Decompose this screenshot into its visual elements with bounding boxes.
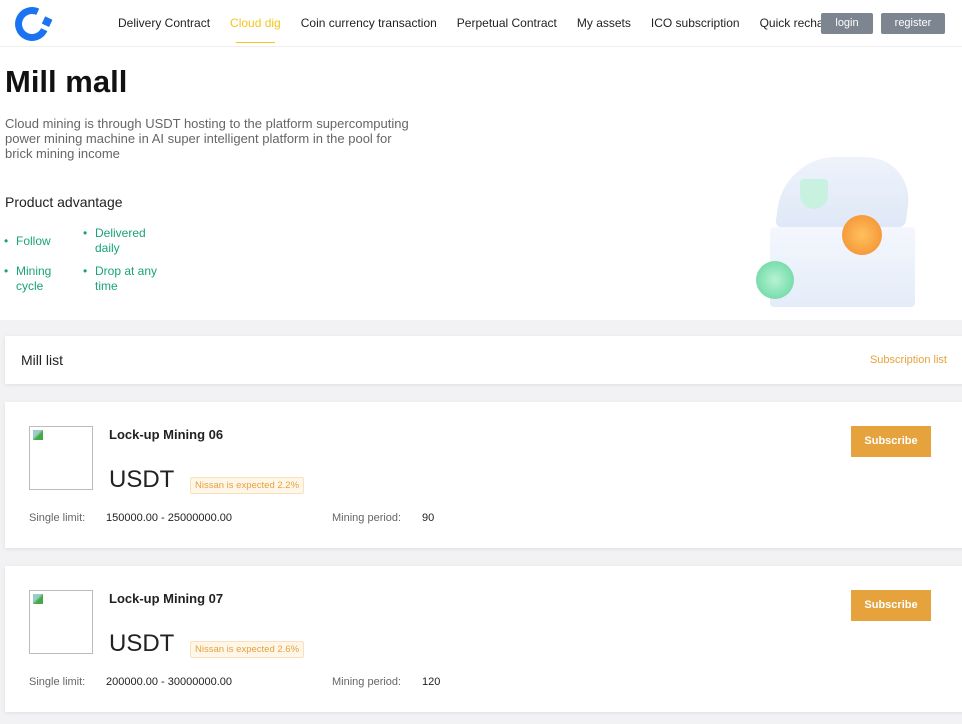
mining-period-label: Mining period: xyxy=(332,512,402,524)
nav-coin-transaction[interactable]: Coin currency transaction xyxy=(291,0,447,47)
nav-delivery-contract[interactable]: Delivery Contract xyxy=(108,0,220,47)
hero-section: Mill mall Cloud mining is through USDT h… xyxy=(0,47,962,320)
shield-lock-icon xyxy=(800,179,828,209)
mill-list-title: Mill list xyxy=(21,352,63,368)
nav-ico-subscription[interactable]: ICO subscription xyxy=(641,0,750,47)
single-limit-label: Single limit: xyxy=(29,676,86,688)
product-card: Lock-up Mining 07 USDT Nissan is expecte… xyxy=(5,566,962,712)
single-limit-label: Single limit: xyxy=(29,512,86,524)
feature-item: Drop at any time xyxy=(83,264,170,294)
product-name: Lock-up Mining 07 xyxy=(109,591,224,606)
feature-item: Mining cycle xyxy=(4,264,66,294)
product-card: Lock-up Mining 06 USDT Nissan is expecte… xyxy=(5,402,962,548)
page-title: Mill mall xyxy=(5,64,128,99)
logo-icon[interactable] xyxy=(10,2,54,46)
expected-return-badge: Nissan is expected 2.6% xyxy=(190,641,305,658)
single-limit-value: 200000.00 - 30000000.00 xyxy=(106,676,233,688)
single-limit-value: 150000.00 - 25000000.00 xyxy=(106,512,233,524)
expected-return-badge: Nissan is expected 2.2% xyxy=(190,477,305,494)
nav-cloud-dig[interactable]: Cloud dig xyxy=(220,0,291,47)
product-name: Lock-up Mining 06 xyxy=(109,427,224,442)
mining-period-value: 120 xyxy=(422,676,441,688)
top-nav: Delivery Contract Cloud dig Coin currenc… xyxy=(0,0,962,47)
subscribe-button[interactable]: Subscribe xyxy=(851,590,931,621)
nav-perpetual-contract[interactable]: Perpetual Contract xyxy=(447,0,567,47)
subscribe-button[interactable]: Subscribe xyxy=(851,426,931,457)
mining-period-label: Mining period: xyxy=(332,676,402,688)
product-currency: USDT xyxy=(109,466,175,493)
product-image xyxy=(29,590,93,654)
mining-period-value: 90 xyxy=(422,512,435,524)
bitcoin-coin-icon xyxy=(842,215,882,255)
tether-coin-icon xyxy=(756,261,794,299)
subscription-list-link[interactable]: Subscription list xyxy=(870,354,947,366)
product-currency: USDT xyxy=(109,630,175,657)
nav-my-assets[interactable]: My assets xyxy=(567,0,641,47)
hero-description: Cloud mining is through USDT hosting to … xyxy=(5,116,409,161)
main-menu: Delivery Contract Cloud dig Coin currenc… xyxy=(108,0,851,47)
mill-list-header: Mill list Subscription list xyxy=(5,336,962,384)
register-button[interactable]: register xyxy=(881,13,945,34)
product-image xyxy=(29,426,93,490)
treasure-chest-illustration xyxy=(756,157,915,307)
login-button[interactable]: login xyxy=(821,13,873,34)
feature-item: Follow xyxy=(4,234,51,249)
feature-item: Delivered daily xyxy=(83,226,165,256)
